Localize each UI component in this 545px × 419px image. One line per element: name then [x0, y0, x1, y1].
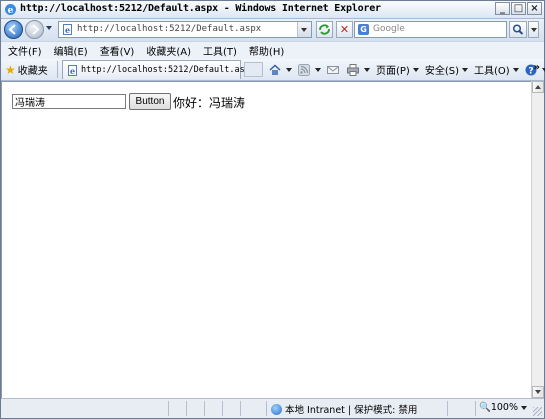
page-icon: e — [68, 65, 77, 76]
command-bar: ★ 收藏夹 e http://localhost:5212/Default.asp… — [1, 59, 545, 81]
svg-text:?: ? — [528, 66, 533, 76]
menu-bar: 文件(F) 编辑(E) 查看(V) 收藏夹(A) 工具(T) 帮助(H) — [1, 41, 544, 60]
stop-button[interactable]: ✕ — [336, 21, 353, 38]
search-button[interactable] — [509, 21, 527, 38]
mail-button[interactable] — [327, 64, 341, 76]
status-divider — [222, 401, 223, 416]
command-buttons: 页面(P) 安全(S) 工具(O) ? — [269, 61, 545, 78]
resize-grip[interactable] — [533, 407, 542, 416]
home-button[interactable] — [269, 64, 292, 76]
status-divider — [186, 401, 187, 416]
status-divider — [240, 401, 241, 416]
svg-text:e: e — [70, 66, 75, 76]
status-bar: 本地 Intranet | 保护模式: 禁用 🔍 100% — [1, 398, 544, 418]
recent-pages-dropdown[interactable] — [46, 26, 52, 30]
google-icon: G — [358, 24, 369, 35]
page-content: Button 你好：冯瑞涛 — [1, 81, 531, 398]
vertical-scrollbar[interactable] — [531, 81, 544, 398]
mail-icon — [327, 65, 339, 74]
zoom-icon: 🔍 — [479, 402, 491, 413]
zoom-control[interactable]: 🔍 100% — [479, 402, 528, 413]
menu-tools[interactable]: 工具(T) — [197, 43, 243, 58]
status-divider — [168, 401, 169, 416]
scroll-up-arrow[interactable] — [532, 81, 544, 93]
address-dropdown[interactable] — [297, 22, 311, 37]
browser-window: e http://localhost:5212/Default.aspx - W… — [0, 0, 545, 419]
greeting-label: 你好：冯瑞涛 — [173, 96, 246, 110]
address-field[interactable]: e http://localhost:5212/Default.aspx — [58, 21, 312, 38]
search-box[interactable]: G Google — [354, 21, 507, 38]
scroll-down-arrow[interactable] — [532, 386, 544, 398]
status-divider — [204, 401, 205, 416]
address-row: e http://localhost:5212/Default.aspx ✕ G… — [1, 19, 544, 41]
svg-text:e: e — [65, 25, 70, 35]
close-button[interactable]: × — [527, 2, 542, 15]
page-icon: e — [63, 24, 72, 35]
status-divider — [266, 401, 267, 416]
minimize-button[interactable]: _ — [495, 2, 510, 15]
submit-button[interactable]: Button — [129, 93, 171, 110]
back-icon — [8, 24, 16, 35]
title-bar: e http://localhost:5212/Default.aspx - W… — [1, 1, 544, 19]
search-icon — [512, 24, 524, 35]
globe-icon — [271, 403, 282, 415]
forward-button[interactable] — [25, 20, 44, 39]
zone-label: 本地 Intranet | 保护模式: 禁用 — [285, 405, 418, 416]
page-menu[interactable]: 页面(P) — [376, 62, 419, 77]
menu-help[interactable]: 帮助(H) — [243, 43, 290, 58]
page-menu-label: 页面(P) — [376, 66, 410, 77]
stop-icon: ✕ — [339, 23, 350, 36]
new-tab-button[interactable] — [244, 62, 263, 77]
ie-logo-icon: e — [5, 4, 16, 16]
status-divider — [475, 401, 476, 416]
window-title: http://localhost:5212/Default.aspx - Win… — [20, 3, 381, 14]
search-placeholder: Google — [373, 24, 405, 34]
name-input[interactable] — [12, 94, 126, 109]
print-button[interactable] — [347, 63, 370, 76]
zoom-level: 100% — [490, 402, 519, 413]
menu-edit[interactable]: 编辑(E) — [48, 43, 94, 58]
refresh-icon — [319, 24, 330, 35]
safety-menu-label: 安全(S) — [424, 66, 459, 77]
tools-menu-label: 工具(O) — [474, 66, 510, 77]
window-controls: _ □ × — [495, 2, 542, 15]
feeds-button[interactable] — [298, 63, 321, 76]
tab-title: http://localhost:5212/Default.aspx — [81, 65, 255, 75]
security-zone[interactable]: 本地 Intranet | 保护模式: 禁用 — [271, 402, 417, 416]
status-divider — [447, 401, 448, 416]
safety-menu[interactable]: 安全(S) — [425, 62, 468, 77]
favorites-button[interactable]: ★ 收藏夹 — [5, 62, 48, 77]
divider — [57, 61, 58, 78]
print-icon — [347, 63, 359, 76]
feeds-icon — [298, 63, 310, 76]
menu-view[interactable]: 查看(V) — [94, 43, 141, 58]
address-url: http://localhost:5212/Default.aspx — [77, 24, 262, 34]
maximize-button[interactable]: □ — [511, 2, 526, 15]
favorites-label: 收藏夹 — [17, 66, 48, 77]
star-icon: ★ — [5, 63, 16, 77]
svg-text:e: e — [8, 6, 14, 16]
tab-default-aspx[interactable]: e http://localhost:5212/Default.aspx — [62, 60, 255, 79]
refresh-button[interactable] — [316, 21, 333, 38]
menu-file[interactable]: 文件(F) — [1, 43, 48, 58]
forward-icon — [32, 24, 40, 35]
more-commands-button[interactable]: » — [534, 62, 540, 73]
menu-favorites[interactable]: 收藏夹(A) — [140, 43, 197, 58]
back-button[interactable] — [4, 20, 23, 39]
search-options-dropdown[interactable] — [528, 21, 539, 38]
tools-menu[interactable]: 工具(O) — [474, 62, 519, 77]
home-icon — [269, 64, 281, 75]
